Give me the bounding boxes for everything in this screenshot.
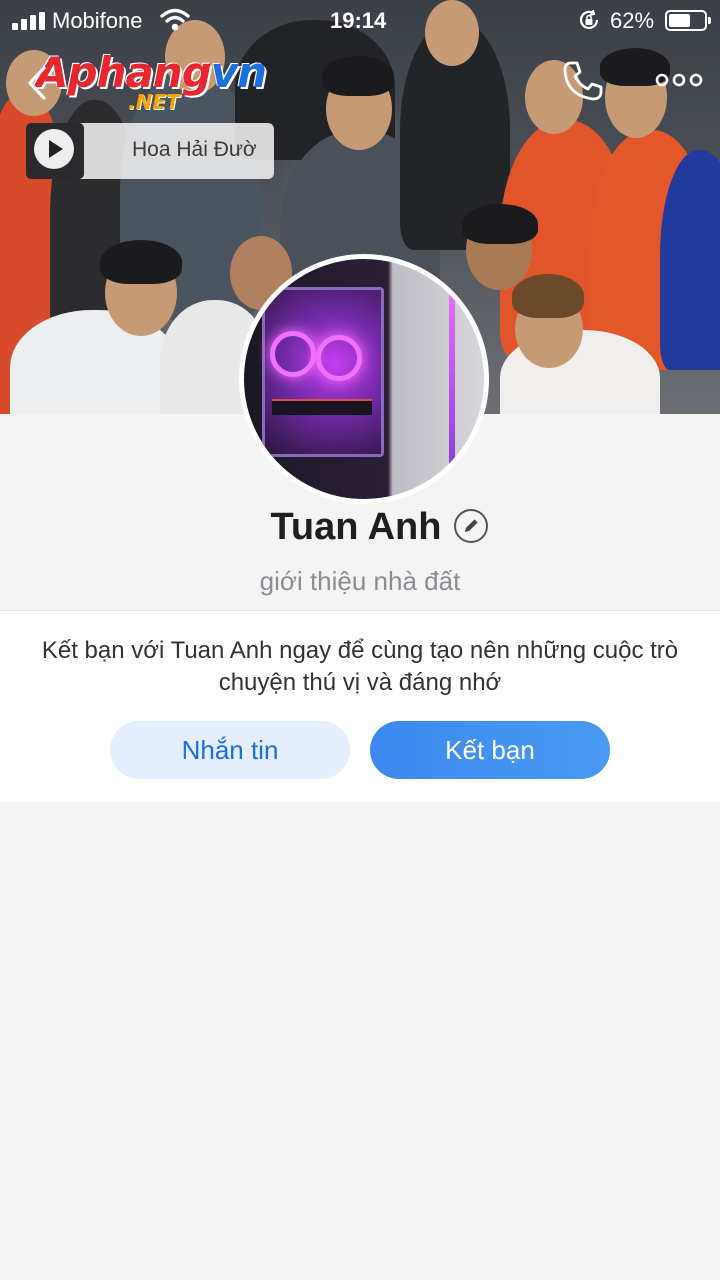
cover-figure bbox=[462, 204, 538, 244]
battery-percent: 62% bbox=[610, 8, 655, 33]
avatar-fan bbox=[270, 331, 316, 377]
message-button[interactable]: Nhắn tin bbox=[110, 721, 350, 779]
profile-name: Tuan Anh bbox=[0, 506, 720, 549]
cover-figure bbox=[100, 240, 182, 284]
watermark-logo: Aphangvn .NET bbox=[36, 48, 267, 118]
phone-icon bbox=[563, 61, 603, 101]
music-thumbnail[interactable] bbox=[26, 123, 84, 179]
more-horizontal-icon bbox=[655, 73, 703, 87]
battery-level bbox=[669, 14, 690, 27]
status-time: 19:14 bbox=[330, 8, 387, 33]
avatar-gpu bbox=[272, 399, 372, 415]
profile-bio: giới thiệu nhà đất bbox=[259, 566, 461, 596]
edit-name-button[interactable] bbox=[454, 509, 488, 543]
logo-suffix: .NET bbox=[128, 90, 180, 114]
avatar-fan bbox=[316, 335, 362, 381]
pencil-icon bbox=[464, 519, 478, 533]
profile-avatar[interactable] bbox=[239, 254, 489, 504]
more-options-button[interactable] bbox=[654, 62, 704, 98]
status-bar: Mobifone 19:14 62% bbox=[0, 0, 720, 40]
cover-figure bbox=[322, 56, 394, 96]
cellular-signal-icon bbox=[12, 12, 48, 30]
wifi-icon bbox=[160, 8, 190, 31]
add-friend-button[interactable]: Kết bạn bbox=[370, 721, 610, 779]
add-friend-card: Kết bạn với Tuan Anh ngay để cùng tạo nê… bbox=[0, 610, 720, 802]
play-icon bbox=[34, 129, 74, 169]
battery-icon bbox=[665, 10, 711, 31]
carrier-name: Mobifone bbox=[52, 8, 143, 33]
back-button[interactable] bbox=[16, 56, 60, 110]
music-title: Hoa Hải Đườ bbox=[132, 138, 257, 161]
avatar-light-strip bbox=[449, 279, 455, 479]
rotation-lock-icon bbox=[579, 9, 599, 29]
profile-name-text: Tuan Anh bbox=[270, 506, 442, 548]
profile-music-chip[interactable]: Hoa Hải Đườ bbox=[26, 123, 274, 179]
chevron-left-icon bbox=[28, 66, 46, 100]
add-friend-prompt: Kết bạn với Tuan Anh ngay để cùng tạo nê… bbox=[41, 637, 679, 696]
cover-figure bbox=[512, 274, 584, 318]
call-button[interactable] bbox=[560, 58, 606, 104]
